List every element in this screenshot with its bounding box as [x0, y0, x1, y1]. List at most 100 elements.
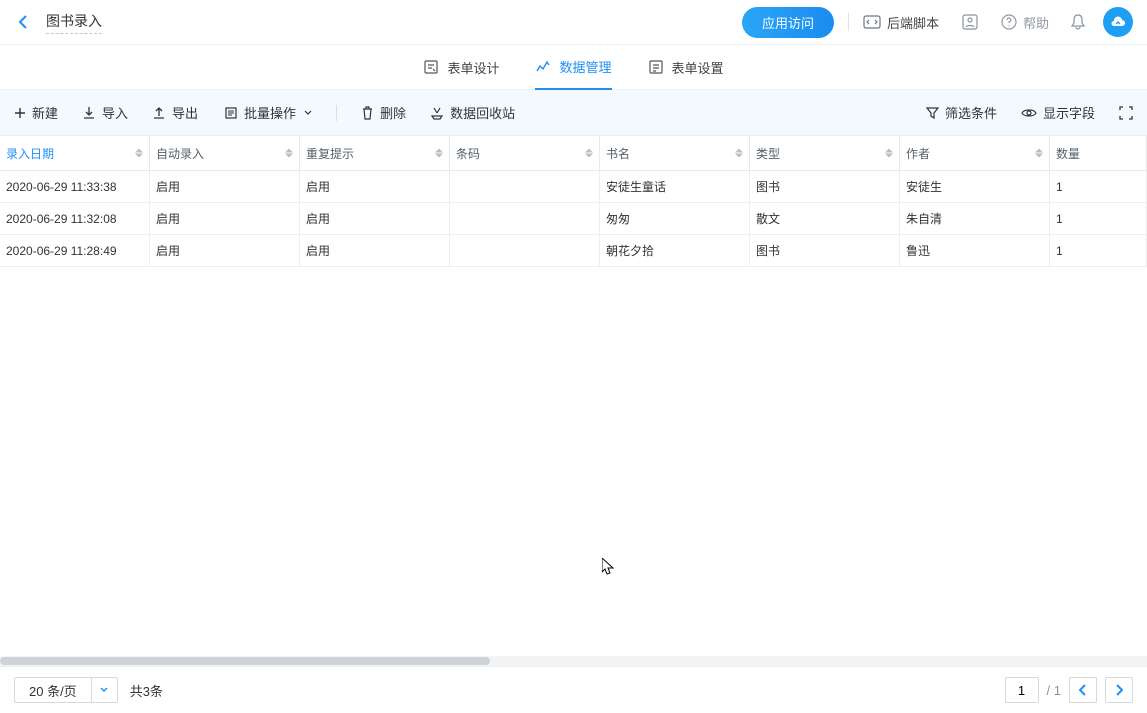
backend-script-link[interactable]: 后端脚本 [863, 13, 939, 32]
cell: 启用 [150, 235, 300, 267]
cell: 启用 [300, 203, 450, 235]
recycle-icon [430, 106, 444, 120]
help-icon [1001, 14, 1017, 30]
form-settings-icon [648, 59, 664, 75]
cursor-icon [602, 558, 616, 576]
cell: 启用 [150, 203, 300, 235]
code-icon [863, 15, 881, 29]
table-row[interactable]: 2020-06-29 11:28:49 启用 启用 朝花夕拾 图书 鲁迅 1 [0, 235, 1147, 267]
separator [336, 105, 337, 121]
help-link[interactable]: 帮助 [1001, 13, 1049, 32]
tool-export-label: 导出 [172, 103, 198, 122]
cell: 图书 [750, 171, 900, 203]
tool-new-label: 新建 [32, 103, 58, 122]
tool-batch[interactable]: 批量操作 [222, 103, 312, 122]
app-access-button[interactable]: 应用访问 [742, 7, 834, 38]
tool-filter[interactable]: 筛选条件 [926, 103, 997, 122]
scrollbar-thumb[interactable] [0, 657, 490, 665]
fullscreen-icon [1119, 106, 1133, 120]
tool-new[interactable]: 新建 [14, 103, 58, 122]
cell: 1 [1050, 171, 1147, 203]
backend-script-label: 后端脚本 [887, 13, 939, 32]
col-barcode[interactable]: 条码 [450, 136, 600, 171]
sort-icon[interactable] [135, 149, 143, 158]
tool-delete[interactable]: 删除 [361, 103, 406, 122]
tool-filter-label: 筛选条件 [945, 103, 997, 122]
cell: 安徒生 [900, 171, 1050, 203]
sort-icon[interactable] [435, 149, 443, 158]
page-title-wrapper[interactable]: 图书录入 [46, 11, 102, 34]
person-icon[interactable] [959, 11, 981, 33]
cell: 2020-06-29 11:28:49 [0, 235, 150, 267]
table-row[interactable]: 2020-06-29 11:33:38 启用 启用 安徒生童话 图书 安徒生 1 [0, 171, 1147, 203]
cell: 启用 [300, 235, 450, 267]
tab-form-design[interactable]: 表单设计 [423, 45, 499, 90]
cell [450, 203, 600, 235]
cell: 2020-06-29 11:33:38 [0, 171, 150, 203]
form-design-icon [423, 59, 439, 75]
page-size-select[interactable]: 20 条/页 [14, 677, 118, 703]
page-prev-button[interactable] [1069, 677, 1097, 703]
col-title[interactable]: 书名 [600, 136, 750, 171]
cell: 启用 [300, 171, 450, 203]
sort-icon[interactable] [1035, 149, 1043, 158]
cell [450, 171, 600, 203]
cell: 散文 [750, 203, 900, 235]
tab-data-mgmt[interactable]: 数据管理 [535, 45, 611, 90]
cell: 匆匆 [600, 203, 750, 235]
page-next-button[interactable] [1105, 677, 1133, 703]
tool-batch-label: 批量操作 [244, 103, 296, 122]
cell: 鲁迅 [900, 235, 1050, 267]
tab-form-settings[interactable]: 表单设置 [648, 45, 724, 90]
col-author[interactable]: 作者 [900, 136, 1050, 171]
sort-icon[interactable] [885, 149, 893, 158]
tool-import-label: 导入 [102, 103, 128, 122]
back-button[interactable] [14, 12, 34, 32]
tool-recycle[interactable]: 数据回收站 [430, 103, 515, 122]
sort-icon[interactable] [735, 149, 743, 158]
separator [848, 13, 849, 31]
caret-down-icon [91, 677, 117, 703]
col-dup-hint[interactable]: 重复提示 [300, 136, 450, 171]
col-qty[interactable]: 数量 [1050, 136, 1147, 171]
tool-import[interactable]: 导入 [82, 103, 128, 122]
caret-down-icon [302, 110, 312, 116]
page-input[interactable] [1005, 677, 1039, 703]
eye-icon [1021, 107, 1037, 119]
page-title: 图书录入 [46, 11, 102, 31]
tool-fields[interactable]: 显示字段 [1021, 103, 1095, 122]
sort-icon[interactable] [285, 149, 293, 158]
data-mgmt-icon [535, 58, 551, 74]
bell-icon[interactable] [1067, 11, 1089, 33]
cell: 1 [1050, 235, 1147, 267]
col-entry-date[interactable]: 录入日期 [0, 136, 150, 171]
tab-form-design-label: 表单设计 [447, 58, 499, 77]
page-total: / 1 [1047, 683, 1061, 698]
filter-icon [926, 106, 939, 120]
col-auto-entry[interactable]: 自动录入 [150, 136, 300, 171]
cell: 2020-06-29 11:32:08 [0, 203, 150, 235]
col-type[interactable]: 类型 [750, 136, 900, 171]
cell: 启用 [150, 171, 300, 203]
total-count: 共3条 [130, 681, 163, 700]
cell: 朱自清 [900, 203, 1050, 235]
tab-data-mgmt-label: 数据管理 [559, 57, 611, 76]
cell: 1 [1050, 203, 1147, 235]
cell: 安徒生童话 [600, 171, 750, 203]
tool-fullscreen[interactable] [1119, 106, 1133, 120]
help-label: 帮助 [1023, 13, 1049, 32]
import-icon [82, 106, 96, 120]
cloud-avatar[interactable] [1103, 7, 1133, 37]
table-header: 录入日期 自动录入 重复提示 条码 书名 类型 作者 数量 [0, 136, 1147, 171]
horizontal-scrollbar[interactable] [0, 656, 1147, 666]
export-icon [152, 106, 166, 120]
cell: 朝花夕拾 [600, 235, 750, 267]
sort-icon[interactable] [585, 149, 593, 158]
table-row[interactable]: 2020-06-29 11:32:08 启用 启用 匆匆 散文 朱自清 1 [0, 203, 1147, 235]
trash-icon [361, 106, 374, 120]
tool-export[interactable]: 导出 [152, 103, 198, 122]
cell: 图书 [750, 235, 900, 267]
tool-recycle-label: 数据回收站 [450, 103, 515, 122]
cell [450, 235, 600, 267]
batch-icon [222, 106, 238, 120]
